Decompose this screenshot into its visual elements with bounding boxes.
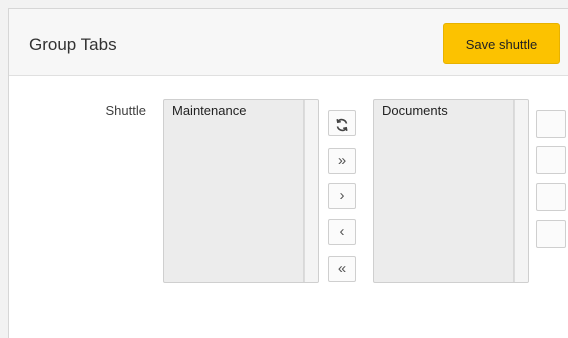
double-chevron-left-icon: « (337, 260, 347, 277)
remove-button[interactable]: ‹ (328, 219, 356, 245)
double-chevron-right-icon: » (337, 152, 347, 169)
panel-header: Group Tabs Save shuttle (9, 9, 568, 76)
chevron-right-icon: › (339, 187, 345, 204)
move-bottom-button[interactable] (536, 220, 566, 248)
list-item[interactable]: Maintenance (172, 103, 246, 118)
shuttle-selected-list[interactable]: Documents (373, 99, 529, 283)
reset-icon (329, 117, 355, 133)
move-all-button[interactable]: » (328, 148, 356, 174)
reset-button[interactable] (328, 110, 356, 136)
move-up-button[interactable] (536, 146, 566, 174)
move-down-button[interactable] (536, 183, 566, 211)
panel-title: Group Tabs (29, 35, 117, 54)
move-button[interactable]: › (328, 183, 356, 209)
scrollbar[interactable] (304, 100, 318, 282)
remove-all-button[interactable]: « (328, 256, 356, 282)
chevron-left-icon: ‹ (339, 223, 345, 240)
shuttle-label: Shuttle (105, 103, 146, 118)
list-item[interactable]: Documents (382, 103, 448, 118)
save-shuttle-button[interactable]: Save shuttle (443, 23, 560, 64)
move-top-button[interactable] (536, 110, 566, 138)
scrollbar[interactable] (514, 100, 528, 282)
shuttle-available-list[interactable]: Maintenance (163, 99, 319, 283)
